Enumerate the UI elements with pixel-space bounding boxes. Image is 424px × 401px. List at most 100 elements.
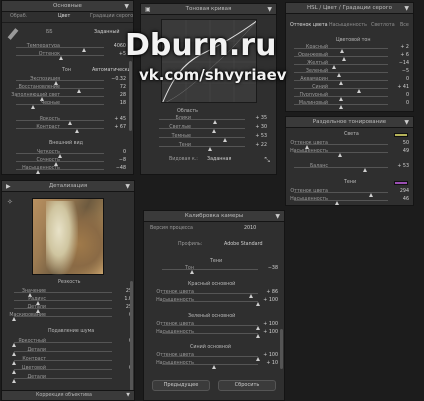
- slider-value[interactable]: −8: [108, 158, 126, 164]
- slider-handle[interactable]: [331, 65, 336, 69]
- tab-hue[interactable]: Оттенок цвета: [290, 23, 328, 28]
- point-curve-select[interactable]: Заданная: [207, 157, 231, 163]
- collapse-triangle-icon[interactable]: ▼: [404, 3, 409, 14]
- slider-handle[interactable]: [338, 105, 343, 109]
- detail-header[interactable]: ▶ Детализация ▼: [2, 181, 134, 192]
- slider-value[interactable]: 0: [108, 150, 126, 156]
- slider-handle[interactable]: [368, 193, 373, 197]
- slider-handle[interactable]: [208, 147, 213, 151]
- slider-track[interactable]: [294, 167, 388, 168]
- slider-track[interactable]: [162, 301, 258, 302]
- slider-handle[interactable]: [337, 153, 342, 157]
- slider-handle[interactable]: [75, 129, 80, 133]
- reset-button[interactable]: Сбросить: [218, 380, 276, 391]
- scrollbar[interactable]: [280, 329, 283, 369]
- slider-handle[interactable]: [212, 365, 217, 369]
- split-toning-header[interactable]: Раздельное тонирование ▼: [286, 117, 413, 128]
- collapse-triangle-icon[interactable]: ▼: [126, 393, 130, 399]
- slider-handle[interactable]: [338, 97, 343, 101]
- previous-button[interactable]: Предыдущее: [152, 380, 210, 391]
- slider-value[interactable]: + 100: [260, 298, 278, 304]
- slider-track[interactable]: [294, 192, 388, 193]
- shadows-color-swatch[interactable]: [394, 181, 408, 185]
- slider-value[interactable]: + 86: [260, 290, 278, 296]
- slider-track[interactable]: [16, 104, 104, 105]
- slider-handle[interactable]: [211, 129, 216, 133]
- slider-value[interactable]: 0: [391, 77, 409, 83]
- slider-value[interactable]: 294: [391, 189, 409, 195]
- slider-handle[interactable]: [255, 302, 260, 306]
- tab-treatment[interactable]: Обраб.: [10, 14, 27, 19]
- tab-color[interactable]: Цвет: [58, 14, 70, 19]
- slider-handle[interactable]: [362, 168, 367, 172]
- scrollbar[interactable]: [129, 61, 132, 131]
- slider-value[interactable]: 4060: [108, 44, 126, 50]
- slider-track[interactable]: [16, 169, 104, 170]
- slider-track[interactable]: [162, 325, 258, 326]
- tone-curve-header[interactable]: ▣ Тоновая кривая ▼: [141, 4, 276, 15]
- slider-value[interactable]: + 41: [391, 85, 409, 91]
- slider-value[interactable]: + 35: [249, 116, 267, 122]
- slider-value[interactable]: + 10: [260, 361, 278, 367]
- slider-track[interactable]: [14, 360, 112, 361]
- slider-value[interactable]: + 22: [249, 143, 267, 149]
- slider-handle[interactable]: [11, 343, 16, 347]
- slider-value[interactable]: + 45: [108, 117, 126, 123]
- slider-value[interactable]: +5: [108, 52, 126, 58]
- slider-track[interactable]: [294, 56, 388, 57]
- slider-track[interactable]: [162, 293, 258, 294]
- slider-track[interactable]: [16, 47, 104, 48]
- collapse-triangle-icon[interactable]: ▼: [404, 117, 409, 128]
- slider-track[interactable]: [162, 269, 258, 270]
- target-adjust-icon[interactable]: ▣: [145, 4, 151, 15]
- slider-value[interactable]: 72: [108, 85, 126, 91]
- collapse-triangle-icon[interactable]: ▼: [267, 4, 272, 15]
- slider-track[interactable]: [294, 88, 388, 89]
- slider-value[interactable]: 0: [391, 93, 409, 99]
- slider-value[interactable]: + 53: [249, 134, 267, 140]
- slider-handle[interactable]: [255, 326, 260, 330]
- slider-value[interactable]: 50: [391, 141, 409, 147]
- slider-track[interactable]: [14, 308, 112, 309]
- eyedropper-icon[interactable]: [7, 28, 19, 40]
- slider-value[interactable]: −0.32: [108, 77, 126, 83]
- slider-value[interactable]: 18: [108, 101, 126, 107]
- slider-value[interactable]: + 2: [391, 45, 409, 51]
- tab-grayscale[interactable]: Градации серого: [90, 14, 133, 19]
- slider-track[interactable]: [162, 333, 258, 334]
- slider-handle[interactable]: [11, 352, 16, 356]
- highlights-color-swatch[interactable]: [394, 133, 408, 137]
- slider-handle[interactable]: [31, 105, 36, 109]
- slider-value[interactable]: + 6: [391, 53, 409, 59]
- tab-saturation[interactable]: Насыщенность: [329, 23, 367, 28]
- slider-handle[interactable]: [76, 89, 81, 93]
- collapse-triangle-icon[interactable]: ▼: [275, 211, 280, 222]
- slider-track[interactable]: [159, 137, 245, 138]
- slider-handle[interactable]: [213, 120, 218, 124]
- slider-value[interactable]: 46: [391, 197, 409, 203]
- slider-track[interactable]: [16, 80, 104, 81]
- profile-select[interactable]: Adobe Standard: [224, 242, 263, 248]
- collapse-triangle-icon[interactable]: ▼: [124, 1, 129, 12]
- slider-handle[interactable]: [336, 73, 341, 77]
- slider-handle[interactable]: [11, 370, 16, 374]
- slider-track[interactable]: [294, 200, 388, 201]
- slider-handle[interactable]: [342, 57, 347, 61]
- collapse-triangle-icon[interactable]: ▼: [125, 181, 130, 192]
- slider-handle[interactable]: [340, 49, 345, 53]
- slider-value[interactable]: + 100: [260, 353, 278, 359]
- slider-track[interactable]: [159, 128, 245, 129]
- slider-track[interactable]: [16, 128, 104, 129]
- curve-edit-icon[interactable]: ⤡: [264, 156, 270, 165]
- zoom-target-icon[interactable]: ✧: [7, 198, 13, 206]
- slider-handle[interactable]: [255, 334, 260, 338]
- slider-handle[interactable]: [11, 379, 16, 383]
- slider-track[interactable]: [162, 356, 258, 357]
- slider-handle[interactable]: [357, 89, 362, 93]
- wb-select[interactable]: Заданный: [94, 30, 119, 36]
- process-version-select[interactable]: 2010: [244, 226, 256, 232]
- slider-value[interactable]: −14: [391, 61, 409, 67]
- slider-track[interactable]: [162, 364, 258, 365]
- slider-track[interactable]: [16, 161, 104, 162]
- tab-all[interactable]: Все: [400, 23, 409, 28]
